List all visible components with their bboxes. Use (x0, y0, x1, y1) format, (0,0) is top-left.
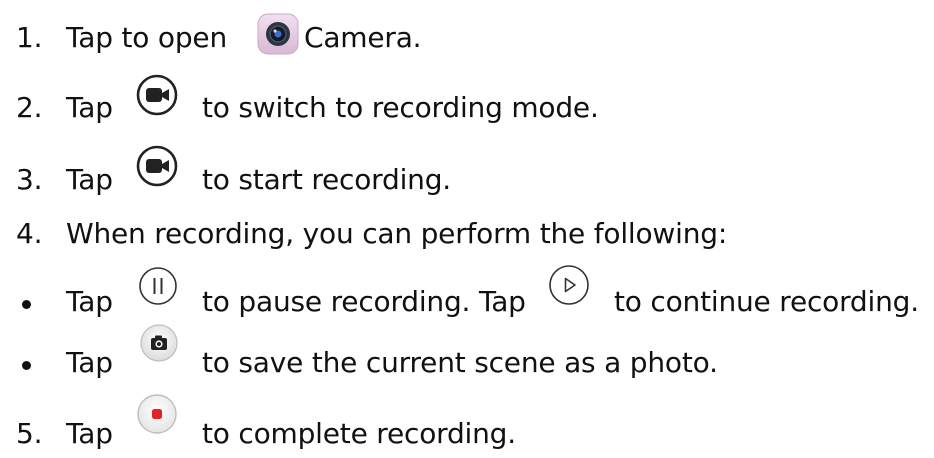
step-number: 4. (16, 216, 43, 250)
video-mode-icon (136, 145, 178, 187)
stop-record-icon (137, 394, 177, 434)
bullet-1: Tap to pause recording. Tap to continue … (0, 265, 934, 326)
bullet-dot (22, 361, 31, 370)
step-text-after: to complete recording. (202, 416, 516, 450)
step-text-after: Camera. (304, 20, 422, 54)
step-text: Tap (66, 162, 113, 196)
instruction-list: 1. Tap to open Camera. 2. Tap to switch (0, 0, 934, 450)
play-icon (549, 265, 589, 305)
bullet-text-after: to save the current scene as a photo. (202, 345, 718, 379)
bullet-text: Tap (66, 345, 113, 379)
bullet-text-after: to continue recording. (614, 284, 919, 318)
step-text: Tap (66, 416, 113, 450)
step-4: 4. When recording, you can perform the f… (0, 208, 934, 258)
step-5: 5. Tap to complete recording. (0, 394, 934, 458)
bullet-text: Tap (66, 284, 113, 318)
step-text: Tap to open (66, 20, 227, 54)
step-number: 3. (16, 162, 43, 196)
step-text: When recording, you can perform the foll… (66, 216, 728, 250)
camera-app-icon (257, 13, 299, 55)
step-1: 1. Tap to open Camera. (0, 12, 934, 62)
step-text: Tap (66, 90, 113, 124)
step-number: 5. (16, 416, 43, 450)
pause-icon (139, 267, 177, 305)
step-number: 2. (16, 90, 43, 124)
snapshot-camera-icon (140, 324, 178, 362)
bullet-text-middle: to pause recording. Tap (202, 284, 526, 318)
step-3: 3. Tap to start recording. (0, 145, 934, 204)
step-number: 1. (16, 20, 43, 54)
bullet-2: Tap to save the current scene as a photo… (0, 324, 934, 387)
step-text-after: to start recording. (202, 162, 451, 196)
step-2: 2. Tap to switch to recording mode. (0, 74, 934, 132)
video-mode-icon (136, 74, 178, 116)
bullet-dot (22, 300, 31, 309)
step-text-after: to switch to recording mode. (202, 90, 599, 124)
